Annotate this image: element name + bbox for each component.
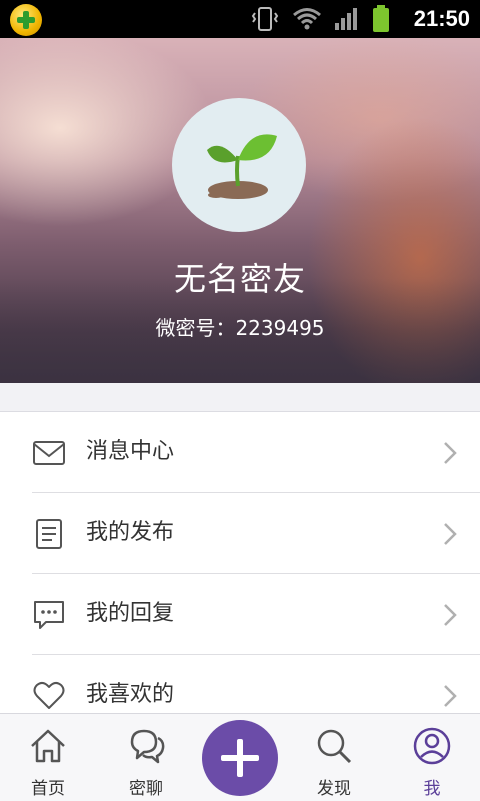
home-icon: [31, 729, 65, 763]
signal-icon: [335, 8, 357, 30]
tab-chat[interactable]: 密聊: [106, 722, 186, 799]
chat-icon: [130, 729, 165, 764]
user-icon: [413, 727, 451, 765]
compose-button[interactable]: [202, 720, 278, 796]
username: 无名密友: [173, 260, 306, 298]
menu-item-label: 我的发布: [86, 520, 175, 545]
heart-icon: [33, 681, 65, 709]
chevron-right-icon: [444, 604, 457, 626]
tab-me[interactable]: 我: [392, 722, 472, 799]
tab-home[interactable]: 首页: [8, 722, 88, 799]
mail-icon: [33, 441, 65, 465]
tab-bar: 首页 密聊 发现 我: [0, 713, 480, 801]
chevron-right-icon: [444, 523, 457, 545]
comment-icon: [34, 601, 64, 629]
document-icon: [36, 519, 62, 549]
chevron-right-icon: [444, 685, 457, 707]
status-bar: 21:50: [0, 0, 480, 38]
wifi-icon: [293, 8, 321, 30]
profile-header: 无名密友 微密号：2239495: [0, 38, 480, 383]
tab-label: 密聊: [129, 779, 163, 799]
menu-item-label: 消息中心: [86, 439, 175, 464]
profile-menu: 消息中心 我的发布 我的回复 我喜欢的: [0, 411, 480, 714]
menu-item-label: 我的回复: [86, 601, 175, 626]
tab-label: 发现: [317, 779, 351, 799]
status-time: 21:50: [413, 6, 470, 31]
menu-item-posts[interactable]: 我的发布: [0, 493, 480, 574]
tab-label: 我: [423, 779, 441, 799]
user-id: 微密号：2239495: [155, 316, 325, 340]
tab-discover[interactable]: 发现: [294, 722, 374, 799]
vibrate-icon: [251, 7, 279, 31]
menu-item-label: 我喜欢的: [86, 682, 175, 707]
battery-icon: [373, 5, 389, 32]
menu-item-likes[interactable]: 我喜欢的: [0, 655, 480, 714]
chevron-right-icon: [444, 442, 457, 464]
search-icon: [317, 729, 352, 764]
menu-item-replies[interactable]: 我的回复: [0, 574, 480, 655]
tab-label: 首页: [31, 779, 65, 799]
menu-item-messages[interactable]: 消息中心: [0, 412, 480, 493]
app-icon: [10, 4, 42, 36]
sprout-icon: [207, 134, 277, 199]
avatar[interactable]: [172, 98, 306, 232]
